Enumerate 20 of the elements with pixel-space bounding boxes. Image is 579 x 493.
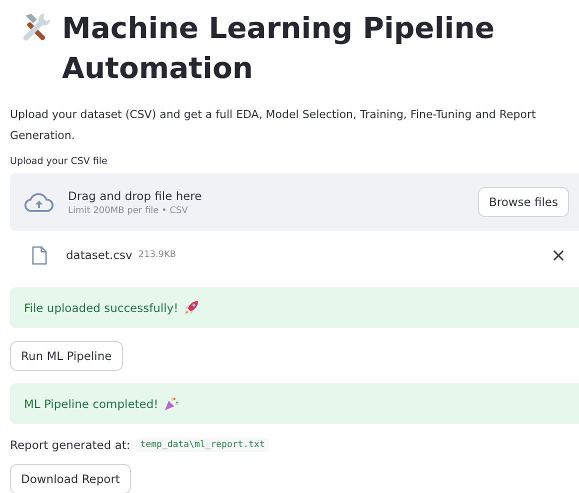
uploader-label: Upload your CSV file [10, 156, 108, 167]
report-path: temp_data\ml_report.txt [136, 438, 269, 452]
drop-zone[interactable]: Drag and drop file here Limit 200MB per file • CSV Browse files [10, 173, 579, 231]
file-size: 213.9KB [138, 250, 176, 260]
file-limit: Limit 200MB per file • CSV [68, 206, 189, 216]
rocket-icon [184, 300, 200, 315]
party-popper-icon [164, 396, 180, 411]
file-name: dataset.csv [66, 248, 132, 262]
description: Upload your dataset (CSV) and get a full EDA, Model Selection, Training, Fine-Tuning and Report Generation. [10, 107, 537, 144]
drop-prompt: Drag and drop file here [68, 188, 203, 202]
alert-text: File uploaded successfully! [24, 300, 178, 314]
download-report-button[interactable]: Download Report [10, 464, 131, 493]
report-label: Report generated at: [10, 438, 130, 452]
cloud-upload-icon [24, 192, 54, 212]
run-pipeline-button[interactable]: Run ML Pipeline [10, 341, 123, 371]
browse-files-button[interactable]: Browse files [478, 187, 569, 217]
file-icon [32, 246, 47, 264]
alert-text: ML Pipeline completed! [24, 396, 158, 410]
page-title: Machine Learning Pipeline Automation [62, 10, 496, 87]
close-icon[interactable] [553, 250, 564, 260]
